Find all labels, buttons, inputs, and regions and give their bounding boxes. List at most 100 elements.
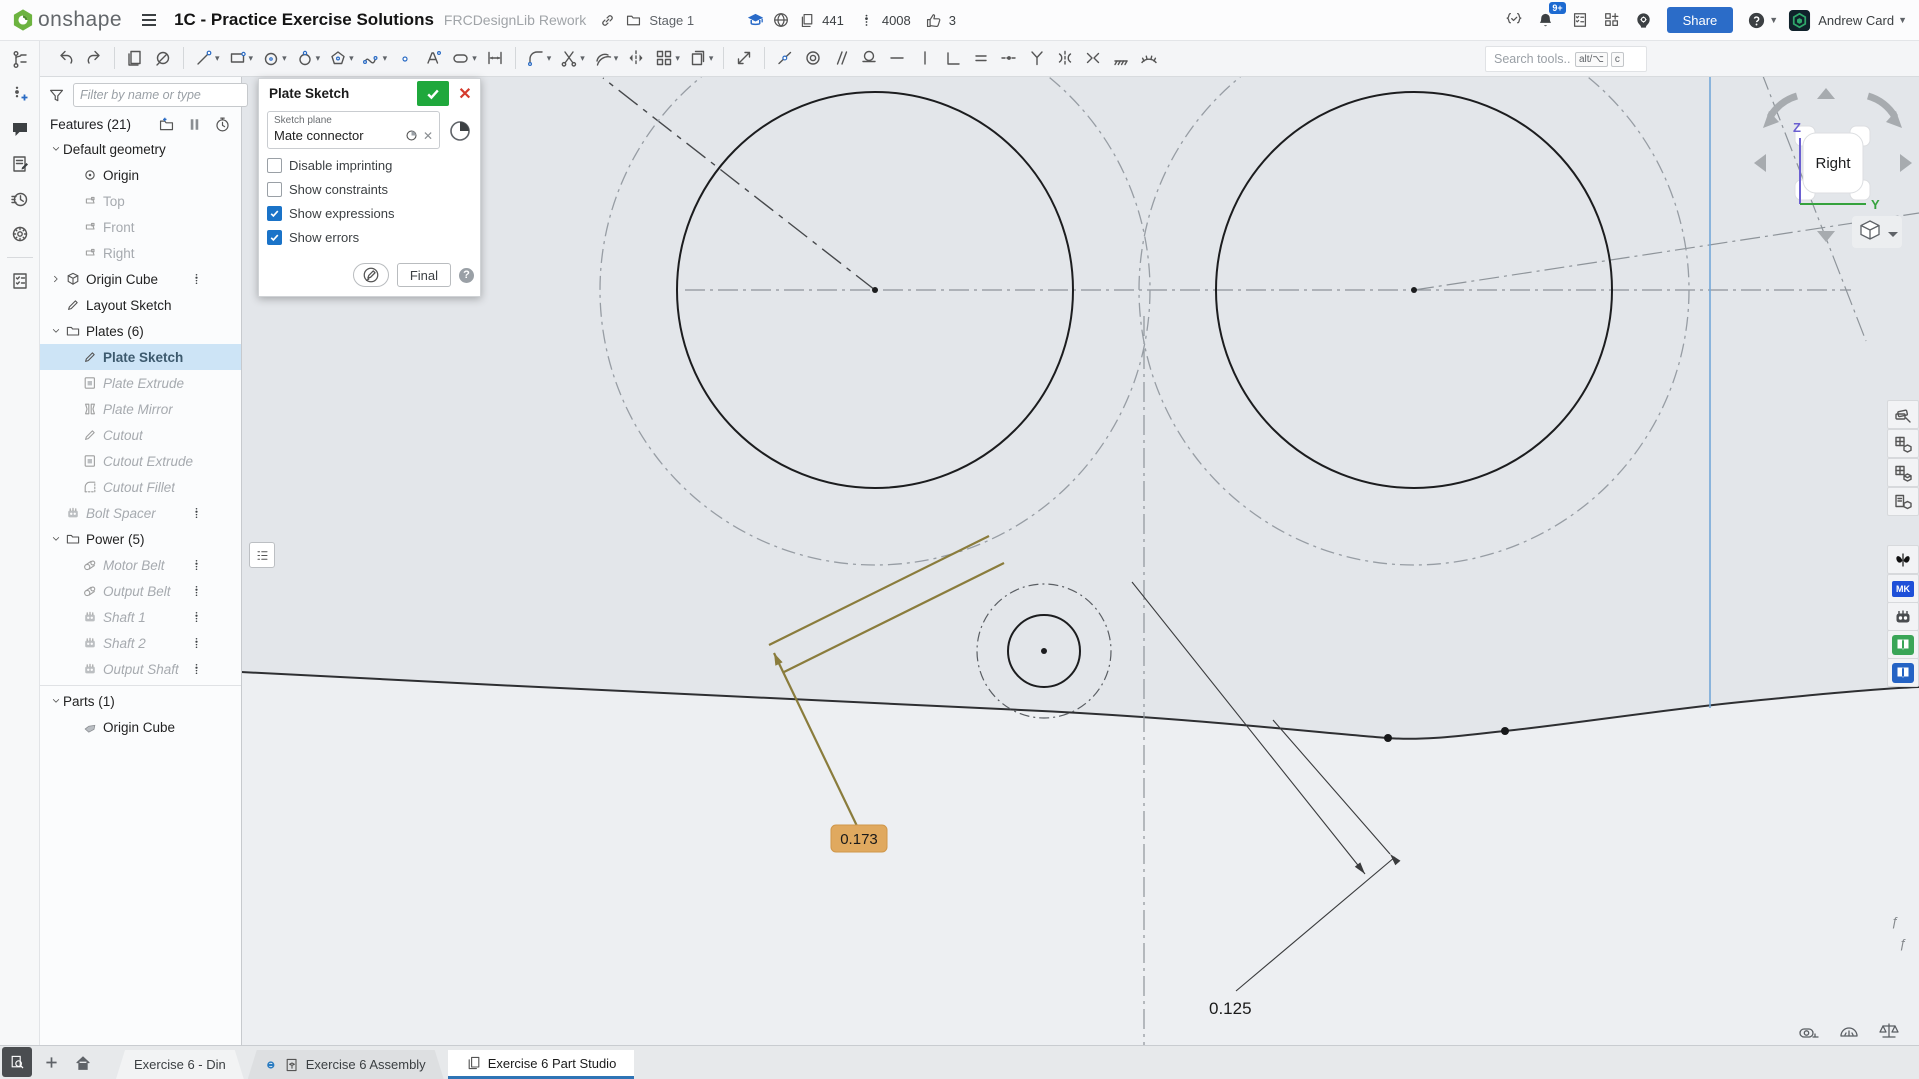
dialog-help-icon[interactable]: ? (459, 268, 474, 283)
checkbox-box[interactable] (267, 158, 282, 173)
dropdown-caret-icon[interactable]: ▾ (580, 53, 585, 64)
feature-row-origin[interactable]: Origin (40, 162, 241, 188)
apps-icon[interactable] (1599, 7, 1625, 33)
copies-icon[interactable] (794, 7, 820, 33)
spline-tool-button[interactable]: ▾ (359, 44, 391, 72)
feature-list-flyout-button[interactable] (249, 542, 275, 568)
view-cube[interactable]: Z Y Right (1740, 80, 1919, 265)
edge-vertex-1[interactable] (1384, 734, 1392, 742)
feature-row-plates-6-[interactable]: Plates (6) (40, 318, 241, 344)
tree-caret-icon[interactable] (48, 533, 63, 545)
avatar[interactable] (1786, 7, 1812, 33)
feature-menu-dots-icon[interactable] (190, 270, 203, 288)
tasks-icon[interactable] (1567, 7, 1593, 33)
bom-cube2-tool-button[interactable] (1887, 458, 1919, 487)
clear-selection-icon[interactable]: ✕ (423, 129, 433, 143)
sketch-plane-field[interactable]: Sketch plane Mate connector ✕ (267, 111, 440, 149)
dimension-tool-button[interactable] (482, 44, 508, 72)
feature-row-right[interactable]: Right (40, 240, 241, 266)
parallel-tool-button[interactable] (828, 44, 854, 72)
rollback-timer-icon[interactable] (211, 115, 233, 133)
trim-tool-button[interactable]: ▾ (556, 44, 588, 72)
protractor-icon[interactable] (1838, 1020, 1860, 1042)
dimension-plain-value[interactable]: 0.125 (1209, 999, 1252, 1018)
book-blue-tool-button[interactable] (1887, 658, 1919, 687)
concentric-tool-button[interactable] (800, 44, 826, 72)
center-point-left[interactable] (872, 287, 878, 293)
feature-menu-dots-icon[interactable] (190, 504, 203, 522)
arc-tool-button[interactable]: ▾ (292, 44, 324, 72)
checkbox-show-errors[interactable]: Show errors (267, 230, 472, 245)
filter-input[interactable] (73, 83, 248, 107)
feature-row-layout-sketch[interactable]: Layout Sketch (40, 292, 241, 318)
feature-row-default-geometry[interactable]: Default geometry (40, 136, 241, 162)
tab-search-button[interactable] (2, 1047, 32, 1077)
rotate-cw-arrow[interactable] (1868, 96, 1895, 117)
vertical-tool-button[interactable] (912, 44, 938, 72)
dropdown-caret-icon[interactable]: ▾ (675, 53, 680, 64)
new-tab-button[interactable] (38, 1050, 64, 1076)
tab-exercise-6-din[interactable]: Exercise 6 - Din (116, 1050, 244, 1079)
feature-row-output-belt[interactable]: Output Belt (40, 578, 241, 604)
tree-caret-icon[interactable] (48, 695, 63, 707)
line-tool-button[interactable]: ▾ (191, 44, 223, 72)
home-tab-button[interactable] (70, 1050, 96, 1076)
feature-row-cutout-extrude[interactable]: Cutout Extrude (40, 448, 241, 474)
mass-properties-icon[interactable] (1878, 1020, 1900, 1042)
onshape-logo-icon[interactable] (10, 7, 36, 33)
dropdown-caret-icon[interactable]: ▾ (472, 53, 477, 64)
symmetric-tool-button[interactable] (1052, 44, 1078, 72)
normal-tool-button[interactable] (1024, 44, 1050, 72)
dialog-accept-button[interactable] (417, 81, 449, 106)
filter-funnel-icon[interactable] (48, 87, 65, 104)
feature-row-origin-cube[interactable]: Origin Cube (40, 714, 241, 740)
tree-caret-icon[interactable] (48, 273, 63, 285)
checkbox-show-expressions[interactable]: Show expressions (267, 206, 472, 221)
folder-icon[interactable] (620, 7, 646, 33)
release-notes-icon[interactable] (6, 150, 34, 178)
feature-menu-dots-icon[interactable] (190, 608, 203, 626)
dropdown-caret-icon[interactable]: ▾ (282, 53, 287, 64)
user-name[interactable]: Andrew Card (1818, 13, 1894, 28)
pulley-center-point[interactable] (1041, 648, 1047, 654)
dropdown-caret-icon[interactable]: ▾ (349, 53, 354, 64)
tree-caret-icon[interactable] (48, 325, 63, 337)
equal-tool-button[interactable] (968, 44, 994, 72)
redo-tool-button[interactable] (81, 44, 107, 72)
bom-cube-tool-button[interactable] (1887, 429, 1919, 458)
feature-row-shaft-2[interactable]: Shaft 2 (40, 630, 241, 656)
perpendicular-tool-button[interactable] (940, 44, 966, 72)
sketch-view-button[interactable] (353, 263, 389, 287)
checkbox-box[interactable] (267, 206, 282, 221)
checkbox-box[interactable] (267, 182, 282, 197)
slot-tool-button[interactable]: ▾ (448, 44, 480, 72)
dropdown-caret-icon[interactable]: ▾ (614, 53, 619, 64)
rectangle-tool-button[interactable]: ▾ (225, 44, 257, 72)
feature-row-bolt-spacer[interactable]: Bolt Spacer (40, 500, 241, 526)
undo-tool-button[interactable] (53, 44, 79, 72)
curvature-tool-button[interactable] (1136, 44, 1162, 72)
dropdown-caret-icon[interactable]: ▾ (249, 53, 254, 64)
tape-measure-icon[interactable] (1798, 1020, 1820, 1042)
feature-row-power-5-[interactable]: Power (5) (40, 526, 241, 552)
feedback-icon[interactable] (6, 220, 34, 248)
mate-connector-icon[interactable] (448, 119, 472, 143)
horizontal-tool-button[interactable] (884, 44, 910, 72)
tangent-tool-button[interactable] (856, 44, 882, 72)
tree-caret-icon[interactable] (48, 143, 63, 155)
folder-label[interactable]: Stage 1 (649, 13, 694, 28)
fillet-tool-button[interactable]: ▾ (523, 44, 555, 72)
coincident-tool-button[interactable] (772, 44, 798, 72)
version-tree-icon[interactable] (6, 45, 34, 73)
dropdown-caret-icon[interactable]: ▾ (316, 53, 321, 64)
task-list-icon[interactable] (6, 267, 34, 295)
likes-icon[interactable] (921, 7, 947, 33)
help-icon[interactable] (1743, 7, 1769, 33)
feature-row-plate-sketch[interactable]: Plate Sketch (40, 344, 241, 370)
view-menu-button[interactable] (1852, 216, 1902, 248)
paint-tool-button[interactable] (1887, 400, 1919, 429)
edge-vertex-2[interactable] (1501, 727, 1509, 735)
feature-menu-dots-icon[interactable] (190, 660, 203, 678)
dialog-cancel-button[interactable]: ✕ (454, 81, 476, 106)
feature-menu-dots-icon[interactable] (190, 556, 203, 574)
